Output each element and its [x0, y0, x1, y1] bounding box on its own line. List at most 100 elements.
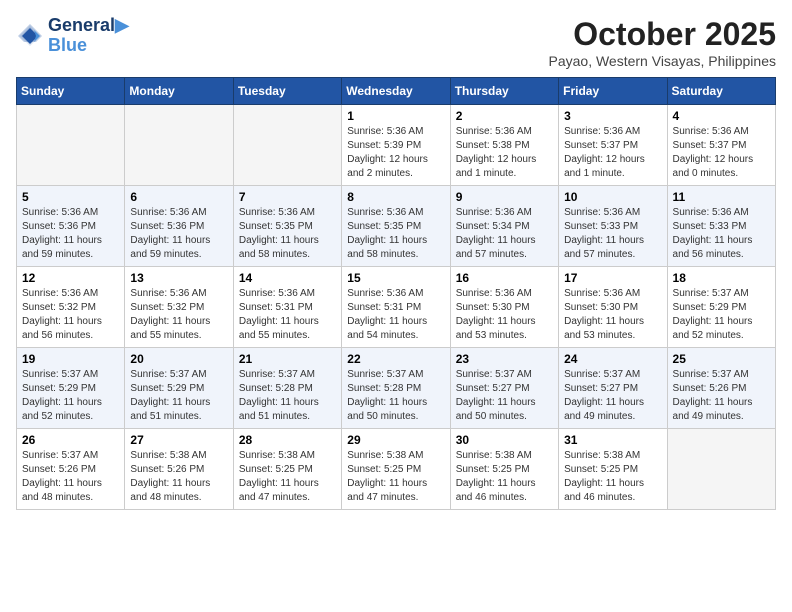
logo-text: General▶ Blue — [48, 16, 129, 56]
day-number: 3 — [564, 109, 661, 123]
calendar-day-cell: 1 Sunrise: 5:36 AM Sunset: 5:39 PM Daylig… — [342, 105, 450, 186]
calendar-day-cell — [125, 105, 233, 186]
calendar-day-cell: 11 Sunrise: 5:36 AM Sunset: 5:33 PM Dayli… — [667, 186, 775, 267]
day-info: Sunrise: 5:36 AM Sunset: 5:37 PM Dayligh… — [564, 125, 661, 181]
day-number: 7 — [239, 190, 336, 204]
day-number: 29 — [347, 433, 444, 447]
day-number: 11 — [673, 190, 770, 204]
calendar-day-cell: 31 Sunrise: 5:38 AM Sunset: 5:25 PM Dayli… — [559, 429, 667, 510]
day-number: 23 — [456, 352, 553, 366]
column-header-saturday: Saturday — [667, 78, 775, 105]
day-info: Sunrise: 5:36 AM Sunset: 5:36 PM Dayligh… — [130, 206, 227, 262]
day-number: 30 — [456, 433, 553, 447]
day-number: 10 — [564, 190, 661, 204]
column-header-tuesday: Tuesday — [233, 78, 341, 105]
calendar-day-cell: 8 Sunrise: 5:36 AM Sunset: 5:35 PM Daylig… — [342, 186, 450, 267]
calendar-week-row: 1 Sunrise: 5:36 AM Sunset: 5:39 PM Daylig… — [17, 105, 776, 186]
day-info: Sunrise: 5:36 AM Sunset: 5:32 PM Dayligh… — [22, 287, 119, 343]
day-info: Sunrise: 5:37 AM Sunset: 5:29 PM Dayligh… — [22, 368, 119, 424]
calendar-day-cell: 26 Sunrise: 5:37 AM Sunset: 5:26 PM Dayli… — [17, 429, 125, 510]
calendar-day-cell: 25Sunrise: 5:37 AM Sunset: 5:26 PM Dayli… — [667, 348, 775, 429]
day-number: 26 — [22, 433, 119, 447]
calendar-day-cell: 21 Sunrise: 5:37 AM Sunset: 5:28 PM Dayli… — [233, 348, 341, 429]
day-number: 6 — [130, 190, 227, 204]
day-number: 27 — [130, 433, 227, 447]
day-number: 12 — [22, 271, 119, 285]
day-number: 2 — [456, 109, 553, 123]
day-info: Sunrise: 5:37 AM Sunset: 5:27 PM Dayligh… — [564, 368, 661, 424]
calendar-day-cell — [667, 429, 775, 510]
calendar-day-cell: 7Sunrise: 5:36 AM Sunset: 5:35 PM Daylig… — [233, 186, 341, 267]
column-header-wednesday: Wednesday — [342, 78, 450, 105]
day-number: 5 — [22, 190, 119, 204]
day-number: 25 — [673, 352, 770, 366]
day-number: 31 — [564, 433, 661, 447]
day-number: 22 — [347, 352, 444, 366]
calendar-day-cell: 23 Sunrise: 5:37 AM Sunset: 5:27 PM Dayli… — [450, 348, 558, 429]
calendar-week-row: 19Sunrise: 5:37 AM Sunset: 5:29 PM Dayli… — [17, 348, 776, 429]
day-info: Sunrise: 5:37 AM Sunset: 5:26 PM Dayligh… — [22, 449, 119, 505]
calendar-header-row: SundayMondayTuesdayWednesdayThursdayFrid… — [17, 78, 776, 105]
day-info: Sunrise: 5:36 AM Sunset: 5:31 PM Dayligh… — [347, 287, 444, 343]
day-number: 9 — [456, 190, 553, 204]
calendar-day-cell: 18Sunrise: 5:37 AM Sunset: 5:29 PM Dayli… — [667, 267, 775, 348]
day-number: 15 — [347, 271, 444, 285]
calendar-day-cell: 4Sunrise: 5:36 AM Sunset: 5:37 PM Daylig… — [667, 105, 775, 186]
day-info: Sunrise: 5:38 AM Sunset: 5:25 PM Dayligh… — [347, 449, 444, 505]
calendar-day-cell: 14Sunrise: 5:36 AM Sunset: 5:31 PM Dayli… — [233, 267, 341, 348]
column-header-thursday: Thursday — [450, 78, 558, 105]
calendar-day-cell — [233, 105, 341, 186]
calendar-day-cell: 3 Sunrise: 5:36 AM Sunset: 5:37 PM Daylig… — [559, 105, 667, 186]
title-block: October 2025 Payao, Western Visayas, Phi… — [549, 16, 777, 69]
calendar-day-cell: 17 Sunrise: 5:36 AM Sunset: 5:30 PM Dayli… — [559, 267, 667, 348]
day-info: Sunrise: 5:38 AM Sunset: 5:25 PM Dayligh… — [456, 449, 553, 505]
day-number: 17 — [564, 271, 661, 285]
calendar-table: SundayMondayTuesdayWednesdayThursdayFrid… — [16, 77, 776, 510]
calendar-day-cell: 6 Sunrise: 5:36 AM Sunset: 5:36 PM Daylig… — [125, 186, 233, 267]
day-info: Sunrise: 5:37 AM Sunset: 5:27 PM Dayligh… — [456, 368, 553, 424]
day-number: 13 — [130, 271, 227, 285]
calendar-day-cell: 15 Sunrise: 5:36 AM Sunset: 5:31 PM Dayli… — [342, 267, 450, 348]
calendar-day-cell: 27 Sunrise: 5:38 AM Sunset: 5:26 PM Dayli… — [125, 429, 233, 510]
calendar-day-cell — [17, 105, 125, 186]
day-info: Sunrise: 5:37 AM Sunset: 5:29 PM Dayligh… — [673, 287, 770, 343]
day-info: Sunrise: 5:37 AM Sunset: 5:29 PM Dayligh… — [130, 368, 227, 424]
day-info: Sunrise: 5:38 AM Sunset: 5:25 PM Dayligh… — [239, 449, 336, 505]
calendar-week-row: 12 Sunrise: 5:36 AM Sunset: 5:32 PM Dayli… — [17, 267, 776, 348]
logo: General▶ Blue — [16, 16, 129, 56]
day-number: 20 — [130, 352, 227, 366]
day-info: Sunrise: 5:36 AM Sunset: 5:39 PM Dayligh… — [347, 125, 444, 181]
logo-icon — [16, 22, 44, 50]
day-number: 16 — [456, 271, 553, 285]
page-header: General▶ Blue October 2025 Payao, Wester… — [16, 16, 776, 69]
day-number: 21 — [239, 352, 336, 366]
day-info: Sunrise: 5:36 AM Sunset: 5:38 PM Dayligh… — [456, 125, 553, 181]
day-number: 1 — [347, 109, 444, 123]
day-info: Sunrise: 5:37 AM Sunset: 5:28 PM Dayligh… — [347, 368, 444, 424]
month-title: October 2025 — [549, 16, 777, 53]
day-info: Sunrise: 5:36 AM Sunset: 5:36 PM Dayligh… — [22, 206, 119, 262]
calendar-day-cell: 16 Sunrise: 5:36 AM Sunset: 5:30 PM Dayli… — [450, 267, 558, 348]
calendar-day-cell: 9 Sunrise: 5:36 AM Sunset: 5:34 PM Daylig… — [450, 186, 558, 267]
calendar-week-row: 5 Sunrise: 5:36 AM Sunset: 5:36 PM Daylig… — [17, 186, 776, 267]
day-number: 8 — [347, 190, 444, 204]
day-info: Sunrise: 5:37 AM Sunset: 5:28 PM Dayligh… — [239, 368, 336, 424]
day-info: Sunrise: 5:36 AM Sunset: 5:30 PM Dayligh… — [564, 287, 661, 343]
day-info: Sunrise: 5:38 AM Sunset: 5:26 PM Dayligh… — [130, 449, 227, 505]
day-number: 24 — [564, 352, 661, 366]
day-info: Sunrise: 5:36 AM Sunset: 5:35 PM Dayligh… — [347, 206, 444, 262]
calendar-day-cell: 24 Sunrise: 5:37 AM Sunset: 5:27 PM Dayli… — [559, 348, 667, 429]
calendar-day-cell: 19Sunrise: 5:37 AM Sunset: 5:29 PM Dayli… — [17, 348, 125, 429]
calendar-day-cell: 13Sunrise: 5:36 AM Sunset: 5:32 PM Dayli… — [125, 267, 233, 348]
day-info: Sunrise: 5:36 AM Sunset: 5:34 PM Dayligh… — [456, 206, 553, 262]
calendar-day-cell: 22 Sunrise: 5:37 AM Sunset: 5:28 PM Dayli… — [342, 348, 450, 429]
day-number: 28 — [239, 433, 336, 447]
calendar-day-cell: 12 Sunrise: 5:36 AM Sunset: 5:32 PM Dayli… — [17, 267, 125, 348]
day-info: Sunrise: 5:38 AM Sunset: 5:25 PM Dayligh… — [564, 449, 661, 505]
day-info: Sunrise: 5:36 AM Sunset: 5:33 PM Dayligh… — [673, 206, 770, 262]
location-subtitle: Payao, Western Visayas, Philippines — [549, 53, 777, 69]
day-info: Sunrise: 5:36 AM Sunset: 5:31 PM Dayligh… — [239, 287, 336, 343]
day-info: Sunrise: 5:36 AM Sunset: 5:30 PM Dayligh… — [456, 287, 553, 343]
column-header-monday: Monday — [125, 78, 233, 105]
day-info: Sunrise: 5:36 AM Sunset: 5:37 PM Dayligh… — [673, 125, 770, 181]
